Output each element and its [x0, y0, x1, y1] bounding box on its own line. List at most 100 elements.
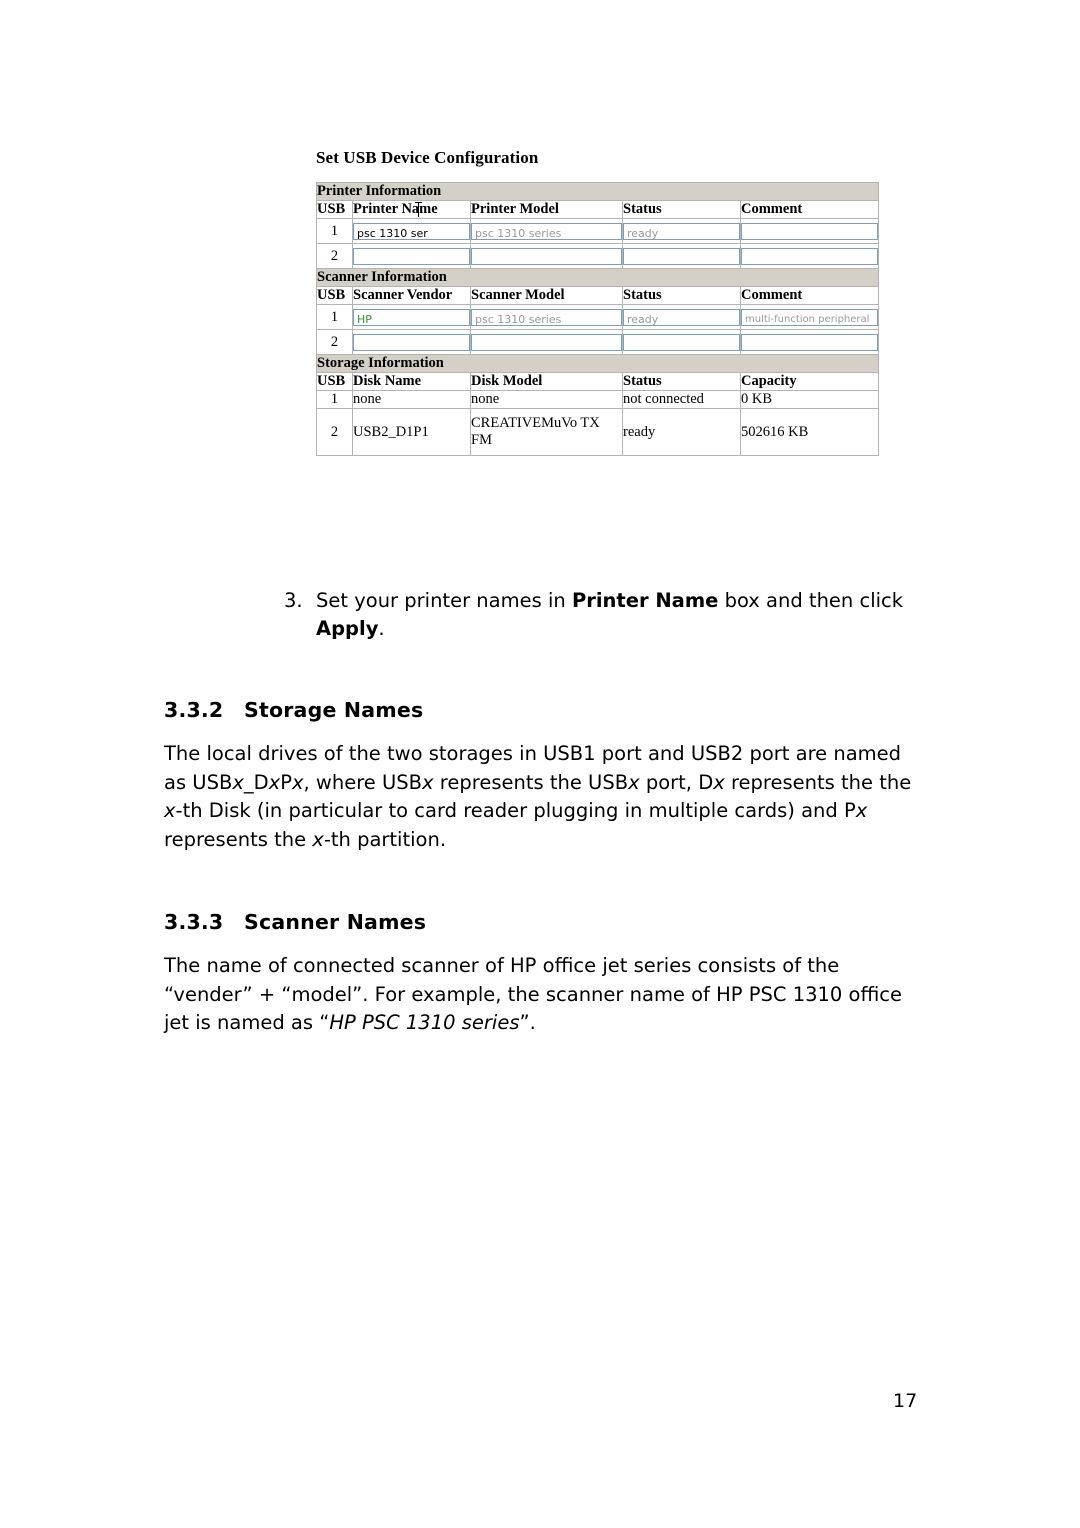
printer-col-model: Printer Model: [470, 200, 623, 219]
heading-storage-title: Storage Names: [244, 698, 424, 722]
storage-col-diskmodel: Disk Model: [470, 372, 623, 391]
storage-col-capacity: Capacity: [739, 372, 880, 391]
printer-model-input-2[interactable]: [471, 247, 622, 265]
usb-configuration-table: Printer Information USB Printer Name Pri…: [315, 182, 880, 456]
step-text: Set your printer names in Printer Name b…: [316, 587, 924, 644]
figure-title: Set USB Device Configuration: [316, 148, 539, 167]
storage-diskname-2: USB2_D1P1: [352, 408, 471, 456]
step-bold-printer-name: Printer Name: [571, 589, 719, 612]
storage-diskmodel-1: none: [470, 390, 623, 409]
step-text-after: .: [378, 617, 385, 641]
heading-scanner-title: Scanner Names: [244, 910, 427, 934]
storage-status-1: not connected: [622, 390, 741, 409]
scanner-row-1: 1 HP psc 1310 series ready multi-functio…: [316, 304, 880, 330]
storage-section-header: Storage Information: [315, 354, 880, 373]
p1-part10: port, D: [639, 770, 714, 794]
heading-scanner-number: 3.3.3: [164, 910, 224, 934]
scanner-model-input-1[interactable]: psc 1310 series: [471, 308, 622, 326]
printer-usb-index-1: 1: [316, 218, 353, 244]
heading-storage-number: 3.3.2: [164, 698, 224, 722]
scanner-col-vendor: Scanner Vendor: [352, 286, 471, 305]
scanner-comment-input-2[interactable]: [741, 333, 879, 351]
heading-scanner-names: 3.3.3 Scanner Names: [164, 910, 426, 934]
scanner-col-usb: USB: [316, 286, 353, 305]
printer-col-name-label: Printer Name: [353, 201, 438, 217]
printer-col-status: Status: [622, 200, 741, 219]
p1-part12: represents the the: [724, 770, 912, 794]
scanner-section-header: Scanner Information: [315, 268, 880, 287]
p1-part18: -th partition.: [323, 827, 447, 851]
printer-comment-input-1[interactable]: [741, 222, 879, 240]
step-text-before: Set your printer names in: [316, 589, 572, 612]
p1-part7: x: [422, 770, 434, 794]
scanner-usb-index-2: 2: [316, 329, 353, 355]
p1-part13: x: [164, 799, 176, 823]
p1-part16: represents the: [164, 827, 313, 851]
printer-col-comment: Comment: [739, 200, 880, 219]
page-number: 17: [893, 1390, 918, 1412]
printer-section-label: Printer Information: [315, 182, 880, 201]
printer-model-input-1[interactable]: psc 1310 series: [471, 222, 622, 240]
step-list-item-3: 3. Set your printer names in Printer Nam…: [284, 587, 924, 644]
printer-row-1: 1 psc 1310 ser psc 1310 series ready: [316, 218, 880, 244]
storage-col-usb: USB: [316, 372, 353, 391]
printer-comment-input-2[interactable]: [741, 247, 879, 265]
printer-name-input-1[interactable]: psc 1310 ser: [353, 222, 470, 240]
printer-column-headers: USB Printer Name Printer Model Status Co…: [316, 200, 880, 219]
storage-col-status: Status: [622, 372, 741, 391]
p2-after: ”.: [519, 1011, 536, 1035]
scanner-status-input-1[interactable]: ready: [623, 308, 740, 326]
p2-italic-example: HP PSC 1310 series: [329, 1011, 520, 1035]
scanner-col-comment: Comment: [739, 286, 880, 305]
paragraph-scanner-names: The name of connected scanner of HP offi…: [164, 952, 924, 1038]
storage-status-2: ready: [622, 408, 741, 456]
printer-usb-index-2: 2: [316, 243, 353, 269]
storage-capacity-2: 502616 KB: [739, 408, 880, 456]
storage-usb-index-2: 2: [316, 408, 353, 456]
p1-part15: x: [855, 799, 868, 823]
printer-name-input-2[interactable]: [353, 247, 470, 265]
storage-diskname-1: none: [352, 390, 471, 409]
scanner-usb-index-1: 1: [316, 304, 353, 330]
storage-column-headers: USB Disk Name Disk Model Status Capacity: [316, 372, 880, 391]
storage-row-2: 2 USB2_D1P1 CREATIVEMuVo TX FM ready 502…: [316, 408, 880, 456]
step-bold-apply: Apply: [316, 617, 379, 641]
p1-part5: x: [291, 770, 304, 794]
paragraph-storage-names: The local drives of the two storages in …: [164, 740, 924, 855]
storage-section-label: Storage Information: [315, 354, 880, 373]
printer-col-usb: USB: [316, 200, 353, 219]
printer-row-2: 2: [316, 243, 880, 269]
p1-part3: x: [268, 770, 281, 794]
heading-storage-names: 3.3.2 Storage Names: [164, 698, 423, 722]
scanner-vendor-input-1[interactable]: HP: [353, 308, 470, 326]
scanner-section-label: Scanner Information: [315, 268, 880, 287]
p1-part9: x: [628, 770, 640, 794]
printer-section-header: Printer Information: [315, 182, 880, 201]
p1-part14: -th Disk (in particular to card reader p…: [175, 799, 856, 823]
storage-capacity-1: 0 KB: [739, 390, 880, 409]
step-number: 3.: [284, 589, 303, 612]
scanner-status-input-2[interactable]: [623, 333, 740, 351]
p1-part1: x: [232, 770, 244, 794]
storage-col-diskname: Disk Name: [352, 372, 471, 391]
usb-device-configuration-figure: Set USB Device Configuration Printer Inf…: [315, 148, 880, 456]
p1-part8: represents the USB: [433, 770, 629, 794]
scanner-comment-input-1[interactable]: multi-function peripheral: [741, 308, 879, 326]
p1-part17: x: [312, 827, 324, 851]
scanner-model-input-2[interactable]: [471, 333, 622, 351]
printer-status-input-2[interactable]: [623, 247, 740, 265]
p1-part4: P: [280, 770, 292, 794]
storage-diskmodel-2: CREATIVEMuVo TX FM: [470, 408, 623, 456]
scanner-row-2: 2: [316, 329, 880, 355]
printer-status-input-1[interactable]: ready: [623, 222, 740, 240]
storage-usb-index-1: 1: [316, 390, 353, 409]
p1-part6: , where USB: [303, 770, 423, 794]
scanner-col-status: Status: [622, 286, 741, 305]
printer-col-name: Printer Name: [352, 200, 471, 219]
storage-row-1: 1 none none not connected 0 KB: [316, 390, 880, 409]
scanner-column-headers: USB Scanner Vendor Scanner Model Status …: [316, 286, 880, 305]
step-text-mid: box and then click: [718, 589, 904, 612]
scanner-vendor-input-2[interactable]: [353, 333, 470, 351]
p1-part11: x: [713, 770, 725, 794]
p1-part2: _D: [243, 770, 269, 794]
